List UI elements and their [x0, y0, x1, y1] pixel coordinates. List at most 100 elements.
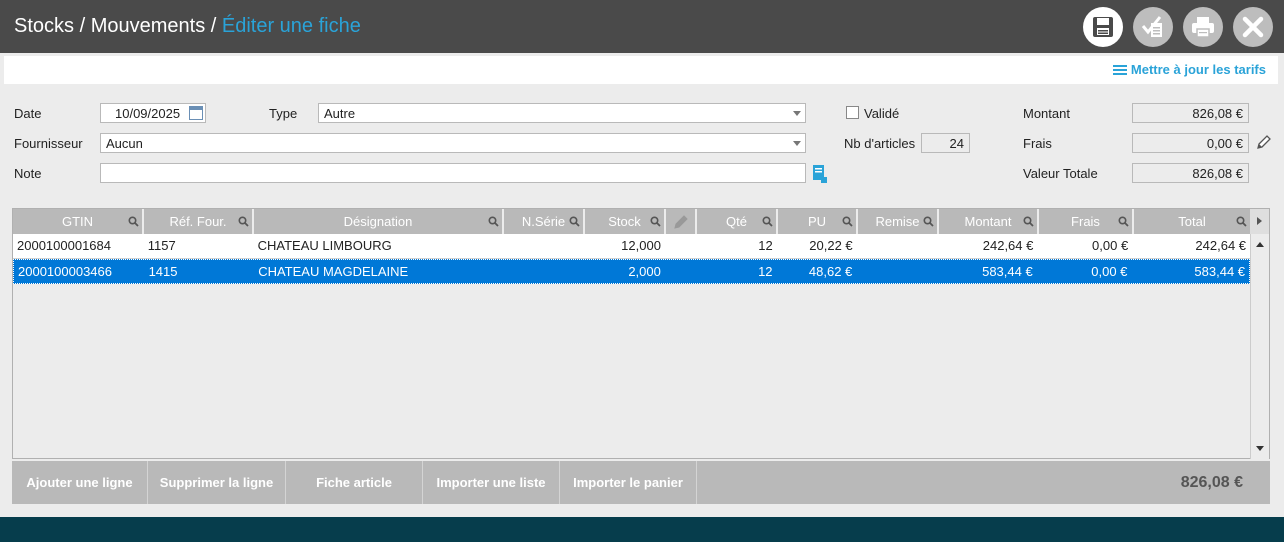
- search-icon[interactable]: [762, 216, 773, 227]
- search-icon[interactable]: [1118, 216, 1129, 227]
- vertical-scrollbar[interactable]: [1250, 234, 1269, 459]
- cell-gtin: 2000100003466: [18, 264, 112, 279]
- cell-frais: 0,00 €: [1091, 264, 1128, 279]
- scroll-down-icon[interactable]: [1256, 446, 1264, 451]
- cell-montant: 242,64 €: [982, 238, 1034, 253]
- add-line-button[interactable]: Ajouter une ligne: [12, 461, 148, 504]
- search-icon[interactable]: [569, 216, 580, 227]
- fournisseur-select[interactable]: Aucun: [100, 133, 806, 153]
- column-header-edit[interactable]: [666, 209, 697, 234]
- cell-pu: 20,22 €: [809, 238, 853, 253]
- grid-header: GTIN Réf. Four. Désignation N.Série Stoc…: [13, 209, 1252, 234]
- cell-designation: CHATEAU LIMBOURG: [257, 238, 392, 253]
- column-header-total[interactable]: Total: [1134, 209, 1252, 234]
- search-icon[interactable]: [842, 216, 853, 227]
- column-header-ref[interactable]: Réf. Four.: [144, 209, 254, 234]
- note-document-icon[interactable]: [812, 164, 828, 184]
- close-icon: [1242, 16, 1264, 38]
- column-header-stock[interactable]: Stock: [585, 209, 666, 234]
- delete-line-button[interactable]: Supprimer la ligne: [148, 461, 286, 504]
- update-prices-label: Mettre à jour les tarifs: [1130, 62, 1266, 77]
- breadcrumb: Stocks / Mouvements / Éditer une fiche: [14, 15, 361, 38]
- search-icon[interactable]: [488, 216, 499, 227]
- valeur-totale-field: 826,08 €: [1132, 163, 1249, 183]
- nb-articles-field: 24: [921, 133, 970, 153]
- note-input[interactable]: [100, 163, 806, 183]
- search-icon[interactable]: [128, 216, 139, 227]
- frais-label: Frais: [1023, 136, 1052, 151]
- search-icon[interactable]: [1023, 216, 1034, 227]
- nb-articles-value: 24: [949, 136, 964, 151]
- save-button[interactable]: [1083, 7, 1123, 47]
- footer-total: 826,08 €: [1180, 474, 1243, 491]
- breadcrumb-separator: /: [205, 15, 222, 37]
- cell-stock: 2,000: [628, 264, 661, 279]
- cell-pu: 48,62 €: [808, 264, 853, 279]
- column-header-gtin[interactable]: GTIN: [13, 209, 144, 234]
- cell-gtin: 2000100001684: [17, 238, 111, 253]
- chevron-down-icon: [793, 111, 801, 116]
- cell-stock: 12,000: [621, 238, 661, 253]
- cell-edit: [665, 234, 696, 258]
- pencil-icon: [674, 215, 688, 229]
- validate-icon: [1141, 16, 1162, 37]
- column-header-frais[interactable]: Frais: [1039, 209, 1134, 234]
- search-icon[interactable]: [923, 216, 934, 227]
- breadcrumb-stocks[interactable]: Stocks: [14, 15, 74, 37]
- lines-grid: GTIN Réf. Four. Désignation N.Série Stoc…: [12, 208, 1270, 459]
- print-button[interactable]: [1183, 7, 1223, 47]
- note-label: Note: [14, 166, 42, 181]
- breadcrumb-separator: /: [74, 15, 91, 37]
- type-value: Autre: [324, 106, 356, 121]
- column-header-pu[interactable]: PU: [778, 209, 858, 234]
- montant-value: 826,08 €: [1192, 106, 1243, 121]
- import-cart-button[interactable]: Importer le panier: [560, 461, 697, 504]
- scroll-right-button[interactable]: [1250, 209, 1269, 234]
- search-icon[interactable]: [650, 216, 661, 227]
- column-header-montant[interactable]: Montant: [939, 209, 1039, 234]
- scroll-up-icon[interactable]: [1256, 242, 1264, 247]
- valeur-totale-label: Valeur Totale: [1023, 166, 1098, 181]
- cell-frais: 0,00 €: [1092, 238, 1129, 253]
- breadcrumb-mouvements[interactable]: Mouvements: [91, 15, 206, 37]
- cell-edit: [665, 260, 696, 284]
- title-bar: Stocks / Mouvements / Éditer une fiche: [0, 0, 1284, 53]
- column-header-remise[interactable]: Remise: [858, 209, 939, 234]
- type-select[interactable]: Autre: [318, 103, 806, 123]
- update-prices-link[interactable]: Mettre à jour les tarifs: [1112, 62, 1266, 77]
- grid-rows: 2000100001684 1157 CHATEAU LIMBOURG 12,0…: [13, 234, 1250, 284]
- date-value: 10/09/2025: [115, 106, 181, 121]
- column-header-qte[interactable]: Qté: [697, 209, 778, 234]
- cell-remise: [857, 234, 938, 258]
- cell-total: 242,64 €: [1195, 238, 1247, 253]
- column-header-serie[interactable]: N.Série: [504, 209, 585, 234]
- top-strip: Mettre à jour les tarifs: [4, 56, 1278, 84]
- cell-remise: [856, 260, 937, 284]
- date-label: Date: [14, 106, 42, 121]
- search-icon[interactable]: [1236, 216, 1247, 227]
- fournisseur-value: Aucun: [106, 136, 143, 151]
- search-icon[interactable]: [238, 216, 249, 227]
- date-field[interactable]: 10/09/2025: [100, 103, 206, 123]
- table-row-selected[interactable]: 2000100003466 1415 CHATEAU MAGDELAINE 2,…: [13, 259, 1250, 284]
- cell-total: 583,44 €: [1194, 264, 1246, 279]
- cell-qte: 12: [758, 238, 773, 253]
- print-icon: [1192, 17, 1214, 38]
- import-list-button[interactable]: Importer une liste: [423, 461, 560, 504]
- frais-value: 0,00 €: [1206, 136, 1243, 151]
- item-sheet-button[interactable]: Fiche article: [286, 461, 423, 504]
- bottom-bar: [0, 517, 1284, 545]
- pencil-icon[interactable]: [1255, 133, 1273, 151]
- menu-lines-icon: [1112, 64, 1127, 75]
- table-row[interactable]: 2000100001684 1157 CHATEAU LIMBOURG 12,0…: [13, 234, 1250, 259]
- valeur-totale-value: 826,08 €: [1192, 166, 1243, 181]
- chevron-down-icon: [793, 141, 801, 146]
- calendar-icon[interactable]: [189, 106, 203, 120]
- montant-field: 826,08 €: [1132, 103, 1249, 123]
- valide-label: Validé: [864, 106, 900, 121]
- cell-ref: 1157: [147, 238, 176, 253]
- close-button[interactable]: [1233, 7, 1273, 47]
- column-header-designation[interactable]: Désignation: [254, 209, 504, 234]
- validate-button[interactable]: [1133, 7, 1173, 47]
- valide-checkbox[interactable]: [846, 106, 859, 119]
